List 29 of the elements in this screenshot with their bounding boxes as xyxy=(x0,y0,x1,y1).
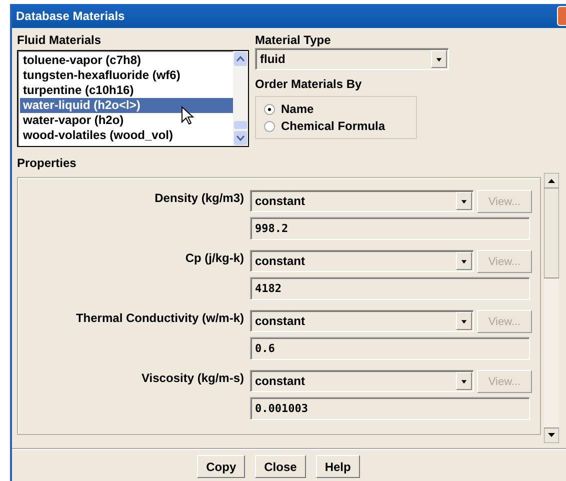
property-label: Thermal Conductivity (w/m-k) xyxy=(74,310,244,327)
list-item[interactable]: water-vapor (h2o) xyxy=(20,113,233,128)
method-dropdown[interactable]: constant xyxy=(250,190,474,212)
window-title: Database Materials xyxy=(16,9,125,23)
value-field[interactable]: 0.6 xyxy=(250,337,530,360)
value-field[interactable]: 0.001003 xyxy=(250,397,530,420)
value-field[interactable]: 4182 xyxy=(250,277,530,300)
radio-label[interactable]: Chemical Formula xyxy=(281,118,386,134)
list-item[interactable]: tungsten-hexafluoride (wf6) xyxy=(20,68,233,83)
properties-label: Properties xyxy=(17,155,78,171)
order-label: Order Materials By xyxy=(255,76,363,92)
dialog-button[interactable]: Help xyxy=(316,455,360,478)
method-dropdown[interactable]: constant xyxy=(250,250,474,272)
dialog-button[interactable]: Close xyxy=(255,455,306,478)
value-field[interactable]: 998.2 xyxy=(250,217,530,240)
property-label: Cp (j/kg-k) xyxy=(184,250,244,267)
method-dropdown[interactable]: constant xyxy=(250,370,474,392)
list-item[interactable]: toluene-vapor (c7h8) xyxy=(20,53,233,68)
dialog-button[interactable]: Copy xyxy=(197,455,246,478)
property-label: Density (kg/m3) xyxy=(154,190,244,207)
property-label: Viscosity (kg/m-s) xyxy=(140,370,244,387)
method-dropdown[interactable]: constant xyxy=(250,310,474,332)
type-label: Material Type xyxy=(255,32,332,48)
list-item[interactable]: water-liquid (h2o<l>) xyxy=(20,98,233,113)
material-type-dropdown[interactable]: fluid xyxy=(255,48,449,70)
list-item[interactable]: wood-volatiles (wood_vol) xyxy=(20,128,233,143)
list-label: Fluid Materials xyxy=(17,32,102,48)
radio-label[interactable]: Name xyxy=(281,101,314,117)
list-item[interactable]: turpentine (c10h16) xyxy=(20,83,233,98)
